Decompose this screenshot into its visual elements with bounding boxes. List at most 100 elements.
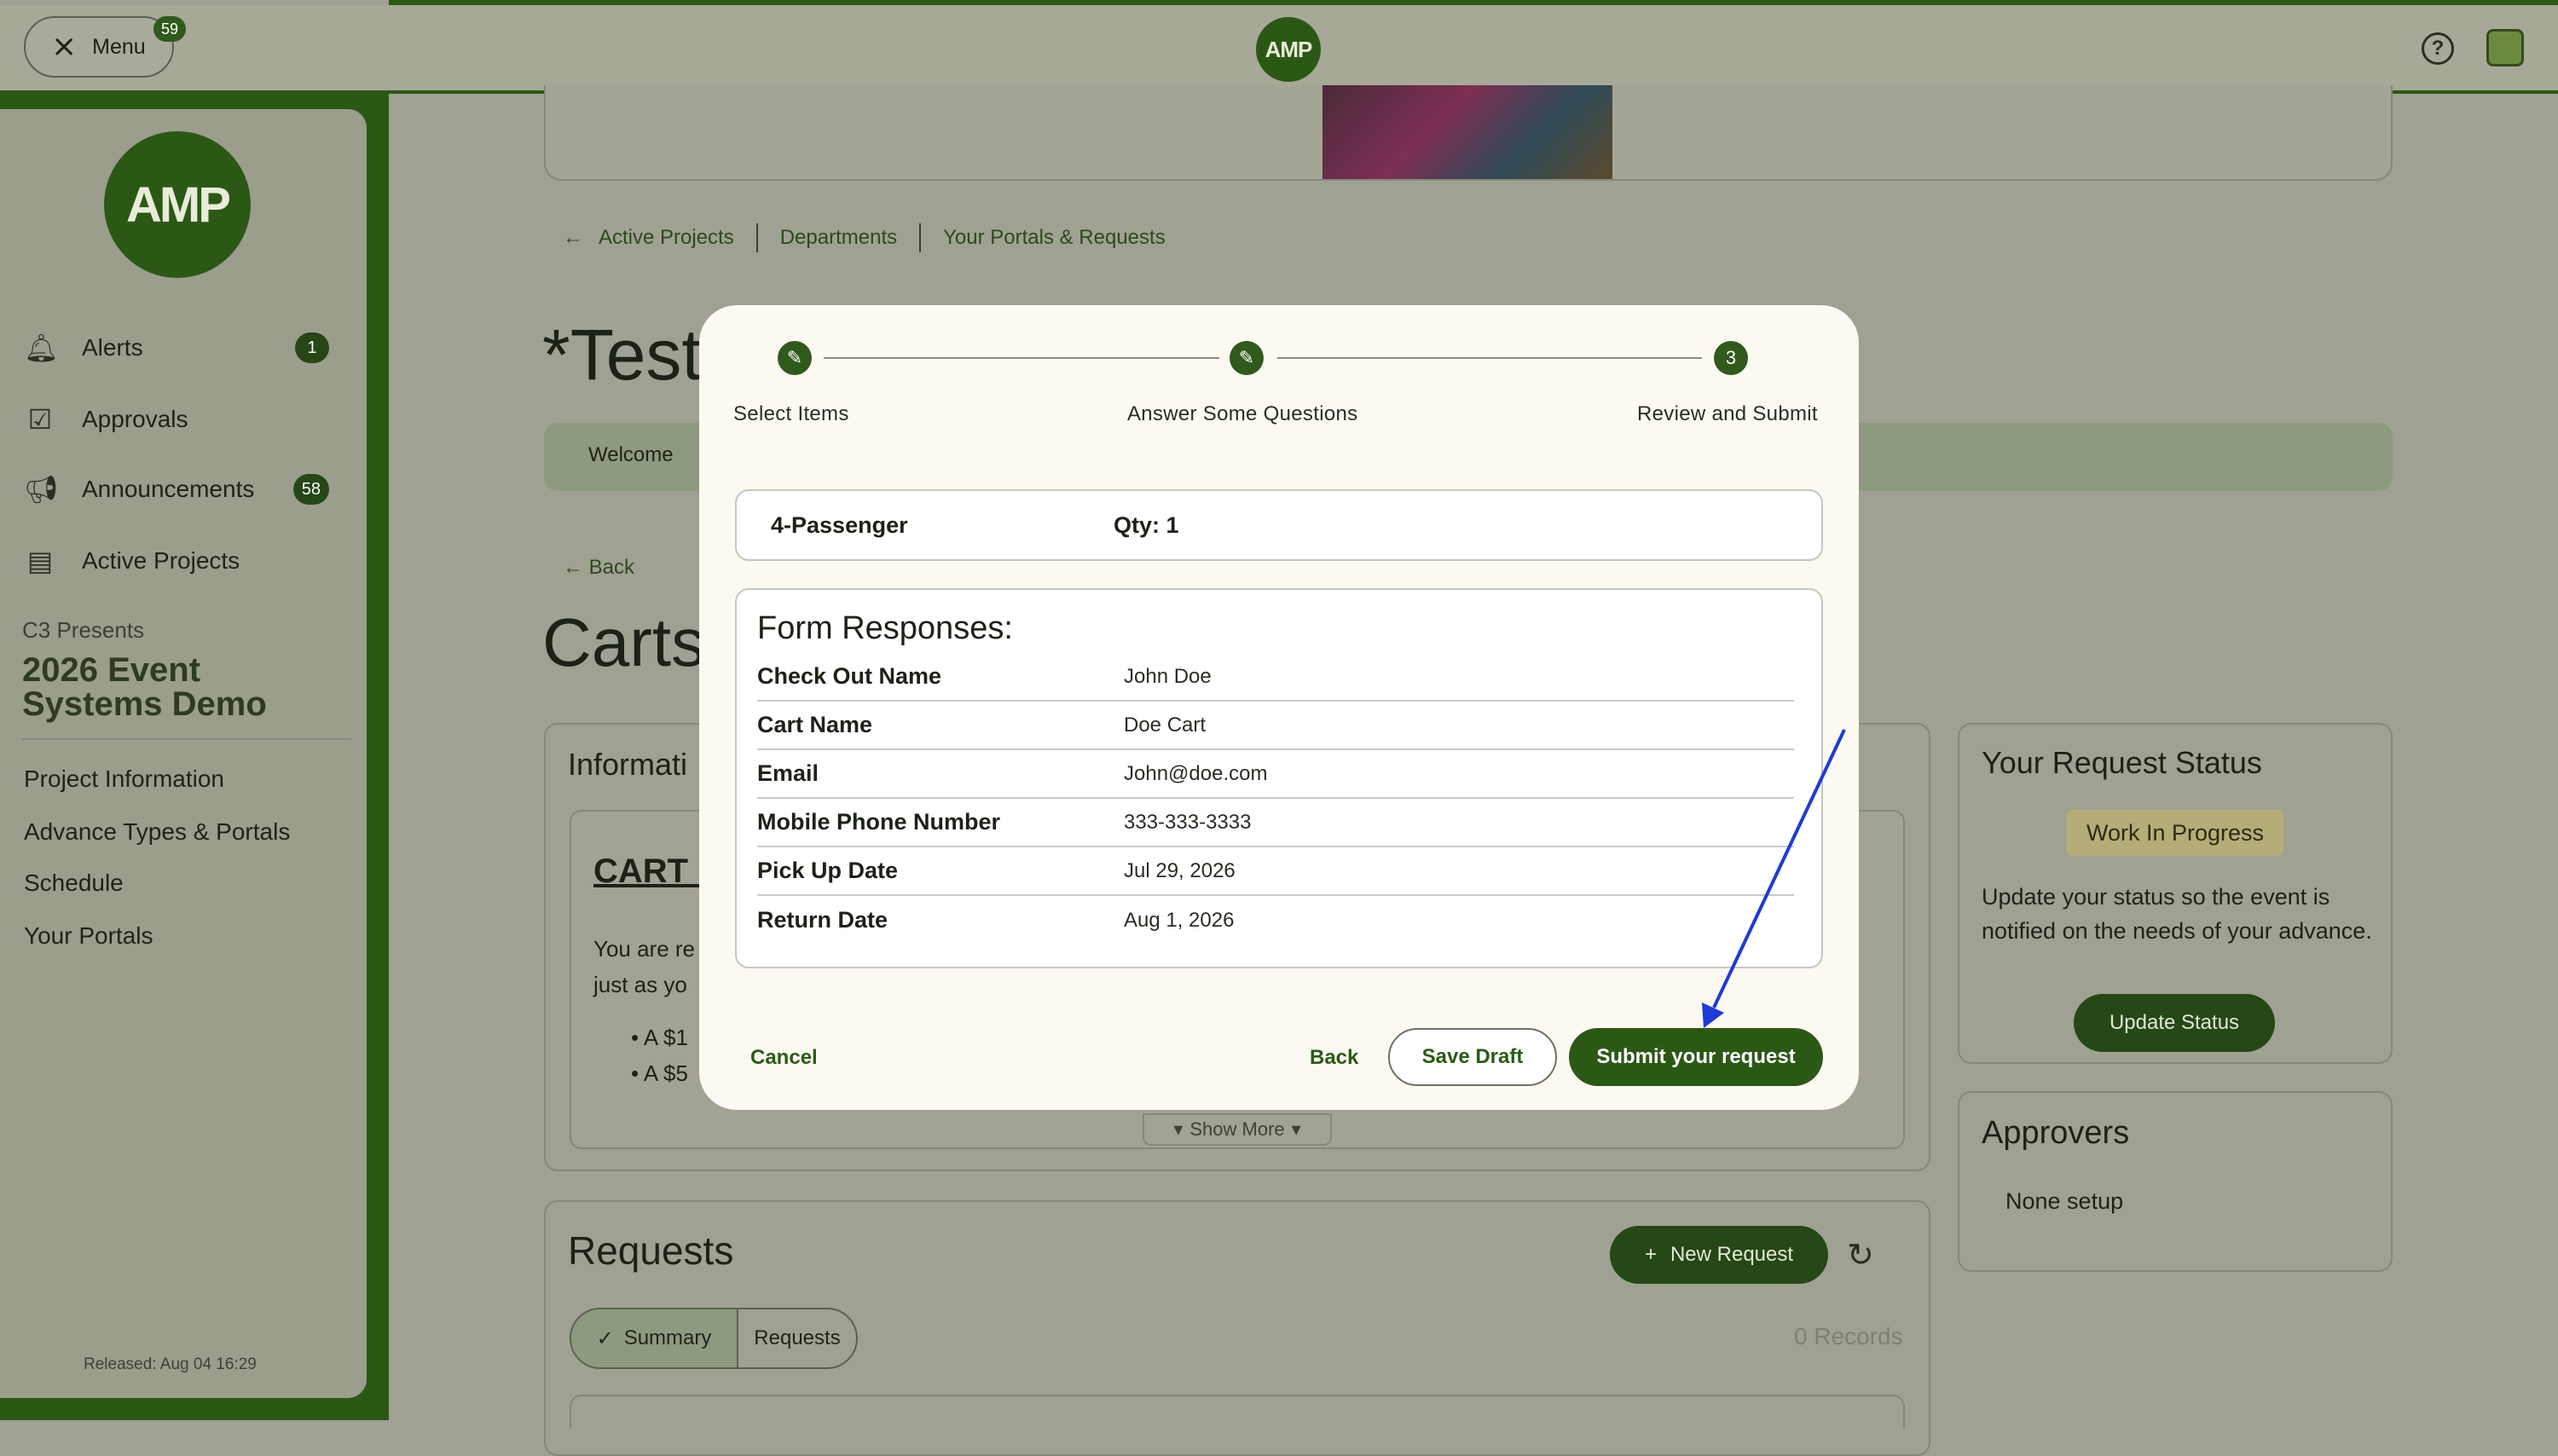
breadcrumb-separator — [919, 223, 922, 252]
response-label: Check Out Name — [757, 663, 942, 689]
item-quantity: Qty: 1 — [1114, 511, 1179, 538]
app-logo[interactable]: AMP — [1256, 17, 1321, 82]
breadcrumb-separator — [755, 223, 758, 252]
alerts-badge: 1 — [295, 332, 329, 363]
sidebar-item-label: Approvals — [82, 406, 188, 432]
requests-title: Requests — [568, 1228, 734, 1273]
arrow-left-icon: ← — [563, 226, 583, 249]
new-request-button[interactable]: + New Request — [1610, 1226, 1828, 1284]
show-more-label: Show More — [1189, 1118, 1285, 1140]
project-name: 2026 Event Systems Demo — [22, 651, 267, 723]
organization-name: C3 Presents — [22, 617, 145, 643]
sidebar-link-project-information[interactable]: Project Information — [24, 766, 224, 793]
new-request-label: New Request — [1670, 1243, 1794, 1266]
refresh-icon[interactable]: ↻ — [1847, 1236, 1874, 1274]
page-title: *Test — [542, 315, 702, 395]
avatar[interactable] — [2486, 29, 2524, 66]
section-title: Carts — [542, 604, 706, 680]
bullet-text: A $1 — [643, 1025, 688, 1050]
approvers-empty: None setup — [2005, 1188, 2124, 1214]
response-row: Mobile Phone Number 333-333-3333 — [757, 799, 1794, 847]
breadcrumb-your-portals[interactable]: Your Portals & Requests — [943, 226, 1166, 250]
cart-bullets: • A $1 • A $5 — [631, 1020, 688, 1091]
response-row: Pick Up Date Jul 29, 2026 — [757, 847, 1794, 896]
tab-welcome[interactable]: Welcome — [588, 443, 674, 467]
response-row: Email John@doe.com — [757, 750, 1794, 799]
sidebar-item-active-projects[interactable]: ▤ Active Projects — [24, 535, 348, 586]
update-status-button[interactable]: Update Status — [2074, 994, 2275, 1052]
status-description: Update your status so the event is notif… — [1982, 884, 2372, 944]
bullet-text: A $5 — [643, 1060, 688, 1086]
response-label: Return Date — [757, 907, 888, 933]
list-item: • A $5 — [631, 1060, 688, 1086]
plus-icon: + — [1644, 1243, 1657, 1266]
breadcrumb: ← Active Projects Departments Your Porta… — [563, 223, 1166, 252]
sidebar-item-alerts[interactable]: 🔔︎ Alerts 1 — [24, 322, 348, 373]
announcements-badge: 58 — [292, 474, 329, 505]
sidebar-item-label: Announcements — [82, 476, 255, 502]
sidebar-link-advance-types[interactable]: Advance Types & Portals — [24, 818, 290, 846]
check-icon: ✓ — [596, 1326, 614, 1350]
bell-icon: 🔔︎ — [24, 332, 59, 363]
sidebar-item-label: Alerts — [82, 334, 143, 361]
step-3-label: Review and Submit — [1637, 402, 1818, 425]
back-link[interactable]: ← Back — [563, 556, 634, 580]
breadcrumb-departments[interactable]: Departments — [780, 226, 897, 250]
requests-view-toggle: ✓ Summary Requests — [570, 1308, 858, 1369]
sidebar-link-schedule[interactable]: Schedule — [24, 870, 124, 897]
menu-button[interactable]: × Menu — [24, 16, 174, 78]
hero-image — [1322, 85, 1612, 179]
save-draft-button[interactable]: Save Draft — [1388, 1028, 1557, 1086]
breadcrumb-active-projects[interactable]: Active Projects — [599, 226, 734, 250]
megaphone-icon: 📢︎ — [24, 474, 59, 505]
arrow-left-icon: ← — [563, 556, 589, 579]
records-count: 0 Records — [1794, 1323, 1903, 1349]
close-icon: × — [51, 29, 78, 64]
item-name: 4-Passenger — [771, 511, 908, 538]
sidebar-link-your-portals[interactable]: Your Portals — [24, 922, 153, 950]
show-more-button[interactable]: ▾ Show More ▾ — [1143, 1113, 1332, 1146]
response-value: Aug 1, 2026 — [1124, 908, 1235, 932]
step-2-edit-icon[interactable]: ✎ — [1230, 341, 1264, 375]
response-value: 333-333-3333 — [1124, 810, 1252, 834]
help-icon[interactable]: ? — [2422, 32, 2454, 65]
menu-badge: 59 — [153, 16, 186, 42]
response-value: John Doe — [1124, 664, 1212, 688]
response-row: Check Out Name John Doe — [757, 653, 1794, 702]
cancel-button[interactable]: Cancel — [732, 1038, 836, 1078]
sidebar-divider — [22, 738, 351, 740]
step-3-number: 3 — [1714, 341, 1748, 375]
sidebar-item-announcements[interactable]: 📢︎ Announcements 58 — [24, 464, 348, 515]
list-item: • A $1 — [631, 1025, 688, 1050]
cart-text-line: just as yo — [593, 972, 687, 997]
cart-text-line: You are re — [593, 936, 696, 962]
caret-down-icon: ▾ — [1291, 1118, 1301, 1140]
back-link-label: Back — [588, 556, 635, 579]
response-row: Return Date Aug 1, 2026 — [757, 896, 1794, 945]
back-button[interactable]: Back — [1289, 1038, 1379, 1078]
requests-table — [570, 1395, 1905, 1429]
cart-description: You are re just as yo — [593, 931, 695, 1002]
caret-down-icon: ▾ — [1173, 1118, 1184, 1140]
cart-heading: CART I — [593, 852, 708, 890]
submit-request-button[interactable]: Submit your request — [1569, 1028, 1823, 1086]
release-info: Released: Aug 04 16:29 — [84, 1355, 257, 1373]
sidebar-item-approvals[interactable]: ☑ Approvals — [24, 394, 348, 445]
information-title: Informati — [568, 747, 688, 782]
menu-label: Menu — [92, 34, 146, 59]
tab-requests[interactable]: Requests — [738, 1309, 856, 1367]
response-value: Jul 29, 2026 — [1124, 858, 1236, 882]
step-1-edit-icon[interactable]: ✎ — [778, 341, 812, 375]
tab-summary-label: Summary — [623, 1326, 712, 1349]
sidebar — [0, 109, 367, 1398]
response-label: Email — [757, 760, 819, 786]
form-responses-heading: Form Responses: — [757, 610, 1013, 646]
response-label: Mobile Phone Number — [757, 809, 1001, 835]
response-value: Doe Cart — [1124, 713, 1207, 737]
clipboard-check-icon: ☑ — [27, 404, 53, 435]
step-connector — [1277, 357, 1702, 359]
response-label: Cart Name — [757, 712, 873, 737]
status-badge: Work In Progress — [2067, 810, 2283, 856]
tab-summary[interactable]: ✓ Summary — [571, 1309, 738, 1367]
request-status-title: Your Request Status — [1982, 745, 2262, 780]
